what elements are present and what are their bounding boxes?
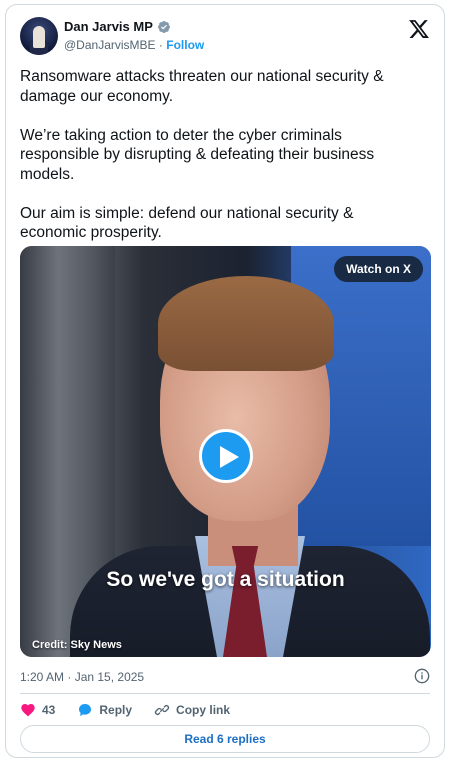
verified-badge-icon xyxy=(157,20,170,33)
copy-link-label: Copy link xyxy=(176,703,231,717)
tweet-timestamp[interactable]: 1:20 AM · Jan 15, 2025 xyxy=(20,670,144,684)
copy-link-button[interactable]: Copy link xyxy=(154,702,230,718)
handle-separator: · xyxy=(158,38,163,52)
avatar[interactable] xyxy=(20,17,58,55)
play-button[interactable] xyxy=(199,429,253,483)
video-player[interactable]: Watch on X So we've got a situation Cred… xyxy=(20,246,431,657)
watch-on-x-button[interactable]: Watch on X xyxy=(334,256,423,282)
handle-row: @DanJarvisMBE · Follow xyxy=(64,38,204,52)
link-icon xyxy=(154,705,170,715)
like-count: 43 xyxy=(42,703,56,717)
video-caption: So we've got a situation xyxy=(106,568,345,591)
author-name-row: Dan Jarvis MP xyxy=(64,19,171,34)
info-icon[interactable] xyxy=(414,668,430,684)
heart-icon xyxy=(21,704,35,717)
tweet-header: Dan Jarvis MP @DanJarvisMBE · Follow xyxy=(20,17,430,57)
reply-button[interactable]: Reply xyxy=(77,702,132,718)
x-logo-icon[interactable] xyxy=(408,18,430,40)
divider xyxy=(20,693,430,694)
reply-bubble-icon xyxy=(79,704,92,716)
video-credit: Credit: Sky News xyxy=(32,639,122,651)
tweet-paragraph-2: We’re taking action to deter the cyber c… xyxy=(20,126,375,183)
tweet-card: Dan Jarvis MP @DanJarvisMBE · Follow Ran… xyxy=(5,4,445,758)
author-handle[interactable]: @DanJarvisMBE xyxy=(64,38,156,52)
read-replies-button[interactable]: Read 6 replies xyxy=(20,725,430,753)
tweet-paragraph-3: Our aim is simple: defend our national s… xyxy=(20,204,354,242)
tweet-text: Ransomware attacks threaten our national… xyxy=(20,67,415,262)
reply-label: Reply xyxy=(99,703,133,717)
author-name[interactable]: Dan Jarvis MP xyxy=(64,19,153,34)
play-icon xyxy=(220,446,239,468)
like-button[interactable]: 43 xyxy=(20,702,55,718)
follow-button[interactable]: Follow xyxy=(166,38,204,52)
tweet-actions: 43 Reply Copy link xyxy=(20,702,252,718)
tweet-paragraph-1: Ransomware attacks threaten our national… xyxy=(20,68,384,105)
